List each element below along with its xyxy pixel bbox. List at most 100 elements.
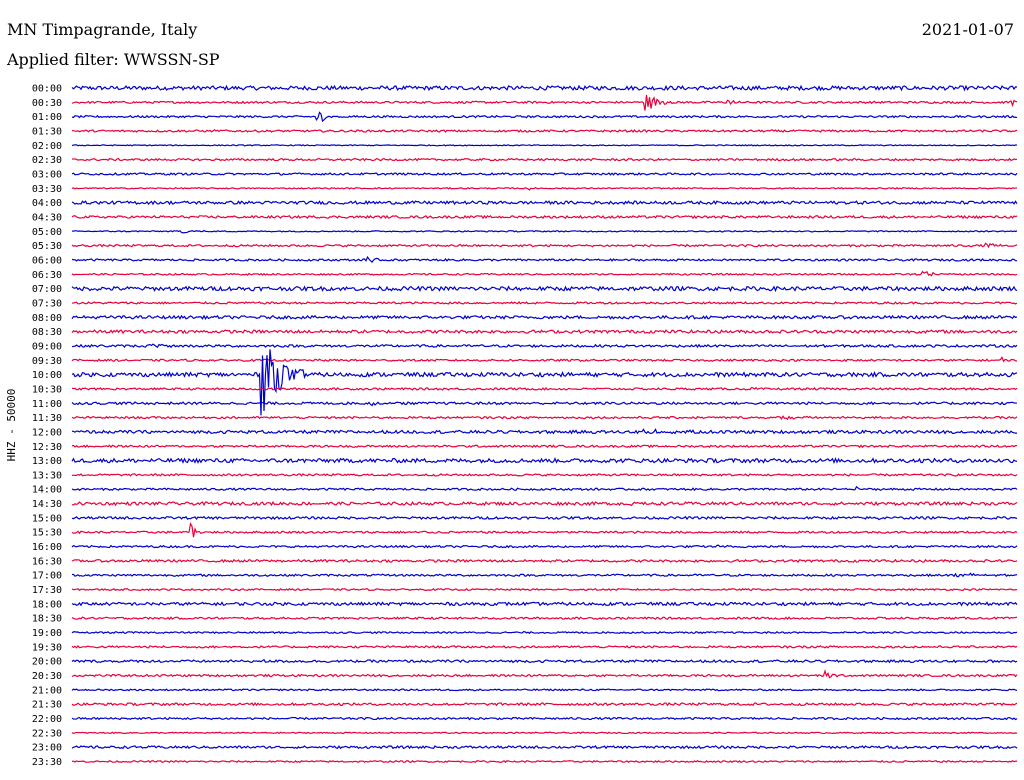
tick-label-2300: 23:00 <box>32 743 62 754</box>
trace-1330 <box>71 473 1018 477</box>
trace-0700 <box>71 285 1018 293</box>
tick-label-0530: 05:30 <box>32 241 62 252</box>
tick-label-0830: 08:30 <box>32 327 62 338</box>
tick-label-1800: 18:00 <box>32 599 62 610</box>
trace-1100 <box>71 401 1018 407</box>
tick-label-1030: 10:30 <box>32 384 62 395</box>
trace-0530 <box>71 242 1018 249</box>
tick-label-2230: 22:30 <box>32 728 62 739</box>
trace-1500 <box>71 515 1018 521</box>
tick-label-1830: 18:30 <box>32 614 62 625</box>
tick-label-0600: 06:00 <box>32 255 62 266</box>
tick-label-0100: 01:00 <box>32 112 62 123</box>
tick-label-1400: 14:00 <box>32 485 62 496</box>
tick-label-1730: 17:30 <box>32 585 62 596</box>
tick-label-0930: 09:30 <box>32 356 62 367</box>
trace-1530 <box>71 522 1018 538</box>
trace-1900 <box>71 630 1018 635</box>
tick-label-1530: 15:30 <box>32 528 62 539</box>
trace-0930 <box>71 356 1018 363</box>
trace-1230 <box>71 444 1018 449</box>
tick-label-1230: 12:30 <box>32 442 62 453</box>
helicorder-plot: 00:00 00:30 01:00 01:30 02:00 02:30 03:00 03:30… <box>5 84 1018 769</box>
tick-label-0030: 00:30 <box>32 98 62 109</box>
trace-0630 <box>71 270 1018 277</box>
trace-0400 <box>71 200 1018 206</box>
trace-0830 <box>71 329 1018 335</box>
tick-label-1130: 11:30 <box>32 413 62 424</box>
tick-label-0000: 00:00 <box>32 84 62 95</box>
tick-label-0200: 02:00 <box>32 141 62 152</box>
tick-label-0130: 01:30 <box>32 126 62 137</box>
trace-0800 <box>71 314 1018 320</box>
tick-label-1000: 10:00 <box>32 370 62 381</box>
tick-label-1500: 15:00 <box>32 513 62 524</box>
trace-1730 <box>71 587 1018 592</box>
trace-0030 <box>71 94 1018 111</box>
tick-label-0330: 03:30 <box>32 184 62 195</box>
trace-0130 <box>71 129 1018 133</box>
tick-label-2330: 23:30 <box>32 757 62 768</box>
trace-1930 <box>71 645 1018 649</box>
trace-1200 <box>71 428 1018 435</box>
trace-2230 <box>71 731 1018 735</box>
tick-label-0700: 07:00 <box>32 284 62 295</box>
tick-label-0300: 03:00 <box>32 169 62 180</box>
trace-1800 <box>71 601 1018 607</box>
trace-0900 <box>71 343 1018 349</box>
trace-1630 <box>71 558 1018 564</box>
trace-2000 <box>71 659 1018 664</box>
trace-1400 <box>71 485 1018 492</box>
time-tick-labels: 00:00 00:30 01:00 01:30 02:00 02:30 03:00 03:30… <box>32 84 62 769</box>
trace-2300 <box>71 745 1018 750</box>
trace-0600 <box>71 255 1018 264</box>
trace-1030 <box>71 386 1018 391</box>
tick-label-1330: 13:30 <box>32 470 62 481</box>
tick-label-2130: 21:30 <box>32 700 62 711</box>
tick-label-2100: 21:00 <box>32 685 62 696</box>
tick-label-0730: 07:30 <box>32 298 62 309</box>
seismic-traces <box>71 84 1018 764</box>
tick-label-2200: 22:00 <box>32 714 62 725</box>
trace-1830 <box>71 616 1018 621</box>
tick-label-1700: 17:00 <box>32 571 62 582</box>
trace-2330 <box>71 759 1018 764</box>
tick-label-2030: 20:30 <box>32 671 62 682</box>
trace-1000 <box>71 349 1018 416</box>
trace-0500 <box>71 229 1018 234</box>
tick-label-1600: 16:00 <box>32 542 62 553</box>
trace-2200 <box>71 716 1018 721</box>
trace-0100 <box>71 111 1018 123</box>
trace-2130 <box>71 701 1018 707</box>
trace-1700 <box>71 572 1018 578</box>
tick-label-0500: 05:00 <box>32 227 62 238</box>
tick-label-1430: 14:30 <box>32 499 62 510</box>
tick-label-1100: 11:00 <box>32 399 62 410</box>
trace-0430 <box>71 214 1018 220</box>
tick-label-0430: 04:30 <box>32 212 62 223</box>
trace-2100 <box>71 688 1018 692</box>
trace-0330 <box>71 186 1018 191</box>
tick-label-1930: 19:30 <box>32 642 62 653</box>
trace-1130 <box>71 415 1018 421</box>
trace-0000 <box>71 84 1018 92</box>
trace-0300 <box>71 172 1018 176</box>
tick-label-1900: 19:00 <box>32 628 62 639</box>
tick-label-1300: 13:00 <box>32 456 62 467</box>
tick-label-1630: 16:30 <box>32 556 62 567</box>
tick-label-0230: 02:30 <box>32 155 62 166</box>
tick-label-0400: 04:00 <box>32 198 62 209</box>
tick-label-1200: 12:00 <box>32 427 62 438</box>
tick-label-0900: 09:00 <box>32 341 62 352</box>
tick-label-0800: 08:00 <box>32 313 62 324</box>
trace-0730 <box>71 301 1018 305</box>
tick-label-2000: 20:00 <box>32 657 62 668</box>
trace-1430 <box>71 500 1018 507</box>
trace-1600 <box>71 544 1018 549</box>
trace-0200 <box>71 144 1018 147</box>
trace-0230 <box>71 157 1018 162</box>
tick-label-0630: 06:30 <box>32 270 62 281</box>
y-axis-label: HHZ - 50000 <box>5 389 18 462</box>
trace-1300 <box>71 457 1018 465</box>
trace-2030 <box>71 669 1018 679</box>
